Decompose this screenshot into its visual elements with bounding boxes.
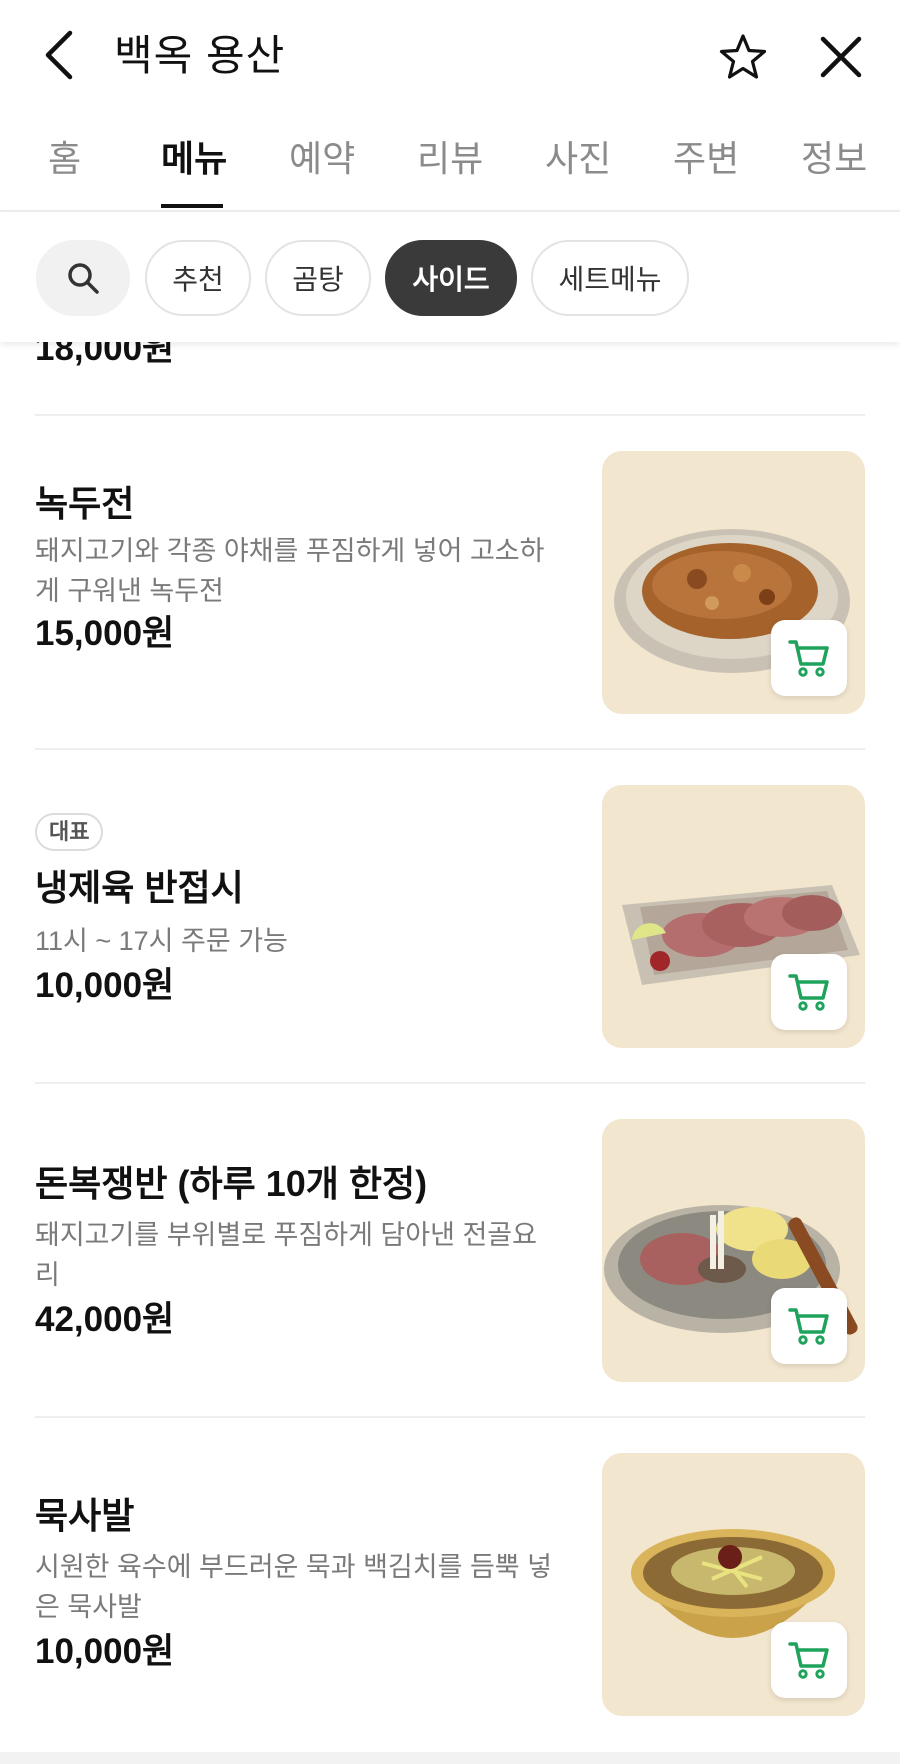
item-description: 돼지고기를 부위별로 푸짐하게 담아낸 전골요리 — [35, 1220, 537, 1290]
list-item[interactable]: 돈복쟁반 (하루 10개 한정) 돼지고기를 부위별로 푸짐하게 담아낸 전골요… — [35, 1119, 865, 1382]
item-description: 돼지고기와 각종 야채를 푸짐하게 넣어 고소하게 구워낸 녹두전 — [35, 536, 545, 606]
add-to-cart-button[interactable] — [771, 620, 847, 696]
list-item[interactable]: 대표 냉제육 반접시 11시 ~ 17시 주문 가능 10,000원 — [35, 785, 865, 1048]
add-to-cart-button[interactable] — [771, 1622, 847, 1698]
tab-review[interactable]: 리뷰 — [417, 134, 483, 184]
chip-recommended[interactable]: 추천 — [145, 240, 251, 316]
item-price: 10,000원 — [35, 966, 175, 1005]
add-to-cart-button[interactable] — [771, 954, 847, 1030]
close-icon — [820, 36, 862, 78]
divider — [35, 1082, 865, 1084]
list-item[interactable]: 녹두전 돼지고기와 각종 야채를 푸짐하게 넣어 고소하게 구워낸 녹두전 15… — [35, 451, 865, 714]
tab-bar: 홈 메뉴 예약 리뷰 사진 주변 정보 — [0, 112, 900, 210]
item-description: 11시 ~ 17시 주문 가능 — [35, 926, 288, 956]
item-price: 15,000원 — [35, 614, 175, 653]
search-icon — [68, 263, 99, 294]
cart-icon — [788, 1642, 829, 1679]
active-tab-indicator — [161, 204, 223, 208]
tab-info[interactable]: 정보 — [801, 134, 867, 184]
item-name: 냉제육 반접시 — [35, 867, 244, 908]
star-icon — [719, 34, 767, 79]
item-name: 묵사발 — [35, 1495, 135, 1536]
item-price: 10,000원 — [35, 1632, 175, 1671]
cart-icon — [788, 640, 829, 677]
food-image — [602, 785, 865, 1048]
bottom-edge — [0, 1752, 900, 1764]
page-title: 백옥 용산 — [114, 32, 286, 79]
tab-reservation[interactable]: 예약 — [289, 134, 355, 184]
menu-list[interactable]: 18,000원 녹두전 돼지고기와 각종 야채를 푸짐하게 넣어 고소하게 구워… — [0, 210, 900, 1764]
tab-nearby[interactable]: 주변 — [673, 134, 739, 184]
chip-side[interactable]: 사이드 — [385, 240, 517, 316]
tab-menu[interactable]: 메뉴 — [161, 134, 227, 184]
food-image — [602, 1119, 865, 1382]
chip-set-menu[interactable]: 세트메뉴 — [531, 240, 689, 316]
close-button[interactable] — [814, 30, 868, 84]
add-to-cart-button[interactable] — [771, 1288, 847, 1364]
divider — [35, 748, 865, 750]
food-image — [602, 1453, 865, 1716]
food-image — [602, 451, 865, 714]
list-item[interactable]: 묵사발 시원한 육수에 부드러운 묵과 백김치를 듬뿍 넣은 묵사발 10,00… — [35, 1453, 865, 1716]
item-description: 시원한 육수에 부드러운 묵과 백김치를 듬뿍 넣은 묵사발 — [35, 1552, 552, 1622]
tab-photos[interactable]: 사진 — [545, 134, 611, 184]
divider — [35, 414, 865, 416]
item-price: 42,000원 — [35, 1300, 175, 1339]
cart-icon — [788, 974, 829, 1011]
item-name: 돈복쟁반 (하루 10개 한정) — [35, 1163, 428, 1204]
tab-home[interactable]: 홈 — [48, 134, 81, 184]
chip-gomtang[interactable]: 곰탕 — [265, 240, 371, 316]
favorite-button[interactable] — [716, 30, 770, 84]
signature-badge: 대표 — [35, 813, 104, 851]
cart-icon — [788, 1308, 829, 1345]
divider — [35, 1416, 865, 1418]
back-button[interactable] — [36, 26, 82, 84]
menu-search-button[interactable] — [36, 240, 130, 316]
back-arrow-icon — [45, 30, 73, 80]
category-filter-bar: 추천 곰탕 사이드 세트메뉴 — [0, 210, 900, 342]
item-name: 녹두전 — [35, 483, 135, 524]
app-header: 백옥 용산 — [0, 0, 900, 112]
